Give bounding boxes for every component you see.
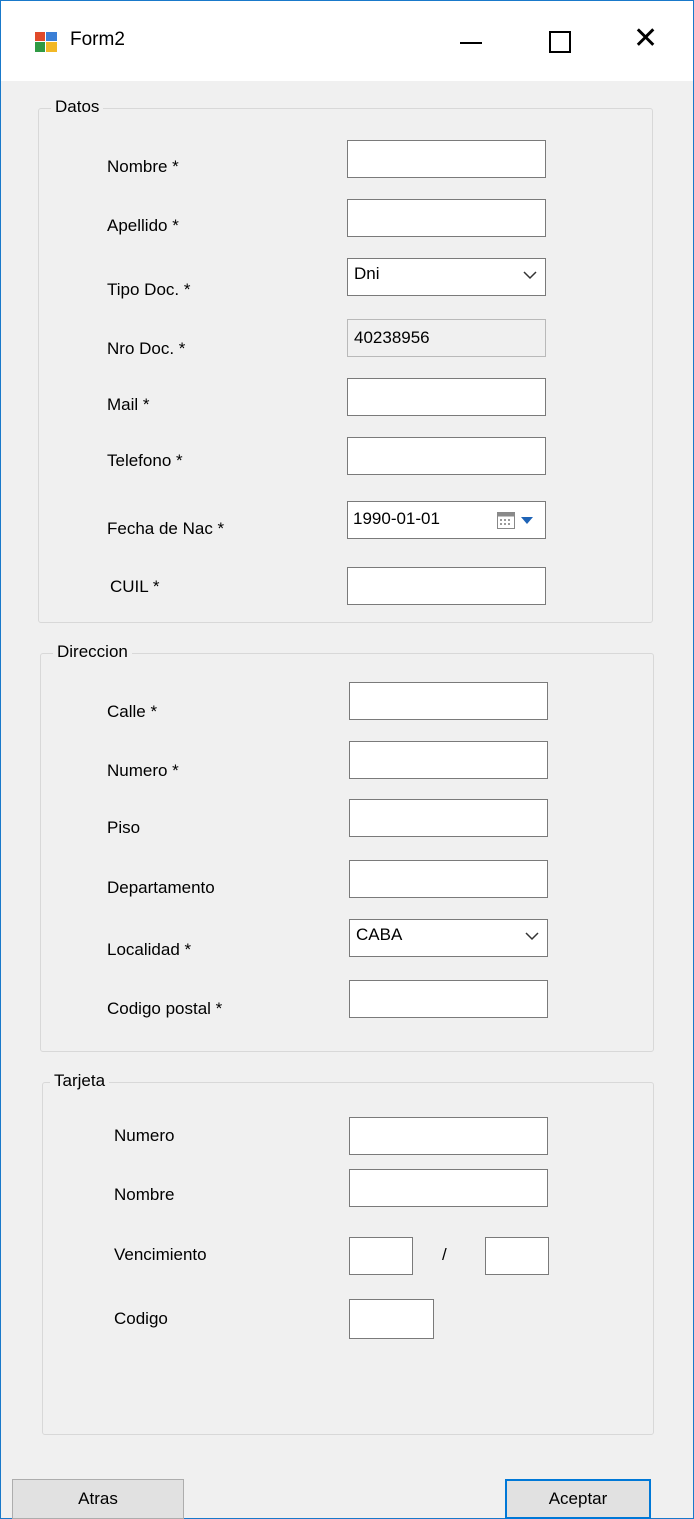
calle-label: Calle * xyxy=(107,702,158,721)
tarjeta-numero-label: Numero xyxy=(114,1126,175,1145)
calle-input[interactable] xyxy=(349,682,548,720)
telefono-input[interactable] xyxy=(347,437,546,475)
maximize-icon xyxy=(549,31,571,53)
nro-doc-field[interactable]: 40238956 xyxy=(347,319,546,357)
departamento-label: Departamento xyxy=(107,878,215,897)
mail-input[interactable] xyxy=(347,378,546,416)
vencimiento-label: Vencimiento xyxy=(114,1245,207,1264)
datos-legend: Datos xyxy=(51,97,104,117)
close-icon: ✕ xyxy=(633,21,659,56)
numero-input[interactable] xyxy=(349,741,548,779)
localidad-value: CABA xyxy=(356,925,403,944)
tipo-doc-value: Dni xyxy=(354,264,380,283)
close-button[interactable]: ✕ xyxy=(603,1,694,81)
tipo-doc-select[interactable]: Dni xyxy=(347,258,546,296)
localidad-select[interactable]: CABA xyxy=(349,919,548,957)
telefono-label: Telefono * xyxy=(107,451,183,470)
dropdown-arrow-icon xyxy=(521,517,533,524)
tarjeta-numero-input[interactable] xyxy=(349,1117,548,1155)
fecha-nac-label: Fecha de Nac * xyxy=(107,519,225,538)
nombre-label: Nombre * xyxy=(107,157,179,176)
vencimiento-mes-input[interactable] xyxy=(349,1237,413,1275)
nombre-input[interactable] xyxy=(347,140,546,178)
cuil-input[interactable] xyxy=(347,567,546,605)
vencimiento-anio-input[interactable] xyxy=(485,1237,549,1275)
vencimiento-separator: / xyxy=(442,1245,447,1264)
codigo-postal-label: Codigo postal * xyxy=(107,999,223,1018)
window-title: Form2 xyxy=(70,29,125,50)
app-icon xyxy=(35,32,57,52)
apellido-label: Apellido * xyxy=(107,216,179,235)
cuil-label: CUIL * xyxy=(110,577,160,596)
tarjeta-legend: Tarjeta xyxy=(50,1071,110,1091)
atras-button[interactable]: Atras xyxy=(12,1479,184,1519)
nro-doc-label: Nro Doc. * xyxy=(107,339,186,358)
tarjeta-nombre-input[interactable] xyxy=(349,1169,548,1207)
piso-input[interactable] xyxy=(349,799,548,837)
mail-label: Mail * xyxy=(107,395,150,414)
tipo-doc-label: Tipo Doc. * xyxy=(107,280,191,299)
localidad-label: Localidad * xyxy=(107,940,192,959)
datos-group: Datos xyxy=(38,97,653,623)
apellido-input[interactable] xyxy=(347,199,546,237)
piso-label: Piso xyxy=(107,818,141,837)
codigo-input[interactable] xyxy=(349,1299,434,1339)
form-window: Form2 ✕ Datos Nombre * Apellido * Tipo D… xyxy=(0,0,694,1519)
minimize-button[interactable] xyxy=(424,1,516,81)
fecha-nac-picker[interactable]: 1990-01-01 xyxy=(347,501,546,539)
numero-label: Numero * xyxy=(107,761,179,780)
tarjeta-nombre-label: Nombre xyxy=(114,1185,175,1204)
maximize-button[interactable] xyxy=(513,1,605,81)
title-bar[interactable]: Form2 ✕ xyxy=(1,1,693,81)
chevron-down-icon xyxy=(523,271,537,280)
aceptar-button[interactable]: Aceptar xyxy=(505,1479,651,1519)
calendar-icon xyxy=(497,512,515,529)
direccion-legend: Direccion xyxy=(53,642,132,662)
departamento-input[interactable] xyxy=(349,860,548,898)
codigo-postal-input[interactable] xyxy=(349,980,548,1018)
minimize-icon xyxy=(460,42,482,44)
fecha-nac-value: 1990-01-01 xyxy=(353,509,440,528)
codigo-label: Codigo xyxy=(114,1309,168,1328)
chevron-down-icon xyxy=(525,932,539,941)
